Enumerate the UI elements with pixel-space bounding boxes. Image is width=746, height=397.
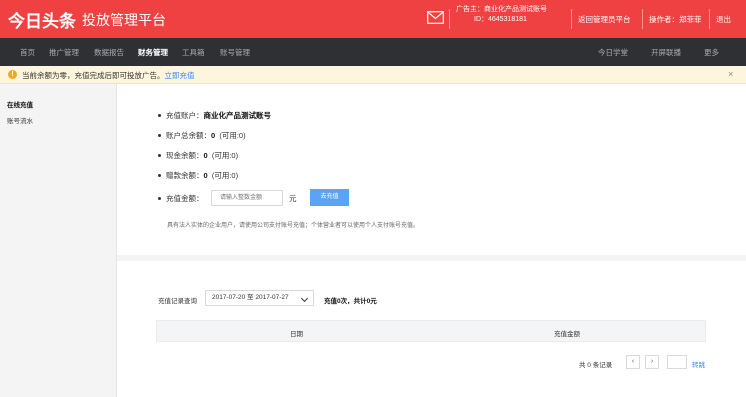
nav-splash[interactable]: 开屏联播 [651, 47, 681, 58]
date-range-picker[interactable]: 2017-07-20 至 2017-07-27 [205, 290, 314, 306]
nav-account[interactable]: 账号管理 [220, 47, 250, 58]
grant-balance-available: (可用:0) [211, 171, 239, 180]
recharge-now-link[interactable]: 立即充值 [165, 71, 195, 80]
prev-page-button[interactable]: ‹ [626, 355, 640, 369]
total-balance-row: 账户总余额：0 (可用:0) [158, 130, 246, 141]
close-icon[interactable]: × [728, 69, 733, 79]
section-divider [117, 255, 746, 261]
logo[interactable]: 今日头条 [8, 7, 76, 32]
bullet [158, 153, 161, 157]
sidebar-item-online-recharge[interactable]: 在线充值 [7, 99, 33, 109]
recharge-amount-input[interactable] [211, 190, 283, 206]
logout-link[interactable]: 退出 [716, 14, 731, 25]
recharge-account-label: 充值账户： [166, 111, 204, 120]
advertiser-id: ID：4645318181 [474, 16, 527, 23]
notice-text: 当前余额为零，充值完成后即可投放广告。立即充值 [22, 70, 195, 81]
recharge-account-value: 商业化产品测试账号 [203, 111, 272, 120]
column-header-date: 日期 [290, 331, 303, 338]
main-nav: 首页 推广管理 数据报告 财务管理 工具箱 账号管理 今日学堂 开屏联播 更多 [0, 38, 746, 66]
records-summary: 充值0次，共计0元 [324, 298, 377, 305]
bullet [158, 113, 161, 117]
nav-reports[interactable]: 数据报告 [94, 47, 124, 58]
divider [571, 9, 572, 29]
nav-promotion[interactable]: 推广管理 [49, 47, 79, 58]
sidebar-item-account-flow[interactable]: 账号流水 [7, 115, 33, 125]
nav-academy[interactable]: 今日学堂 [598, 47, 628, 58]
advertiser-name: 广告主：商业化产品测试账号 [456, 6, 547, 13]
nav-finance[interactable]: 财务管理 [138, 47, 168, 58]
info-icon: ! [8, 70, 17, 79]
advertiser-info: 广告主：商业化产品测试账号 ID：4645318181 [456, 5, 547, 25]
recharge-hint: 具有法人实体的企业用户，请使用公司支付账号充值；个体营业者可以使用个人支付账号充… [167, 223, 420, 229]
recharge-account-row: 充值账户：商业化产品测试账号 [158, 110, 271, 121]
bullet [158, 133, 161, 137]
chevron-down-icon [300, 294, 309, 303]
operator-name[interactable]: 操作者：郑菲菲 [649, 14, 702, 25]
amount-unit: 元 [289, 194, 297, 203]
date-range-value: 2017-07-20 至 2017-07-27 [212, 294, 289, 301]
divider [449, 9, 450, 29]
total-balance-value: 0 [211, 131, 216, 140]
notice-message: 当前余额为零，充值完成后即可投放广告。 [22, 71, 165, 80]
cash-balance-label: 现金余额： [166, 151, 204, 160]
nav-more[interactable]: 更多 [704, 47, 719, 58]
cash-balance-value: 0 [203, 151, 208, 160]
bullet [158, 196, 161, 200]
divider [709, 9, 710, 29]
total-balance-available: (可用:0) [219, 131, 246, 140]
sidebar: 在线充值 账号流水 [0, 84, 117, 397]
grant-balance-value: 0 [203, 171, 208, 180]
mail-icon[interactable] [427, 11, 444, 24]
next-page-button[interactable]: › [645, 355, 659, 369]
page-jump-input[interactable] [667, 355, 687, 369]
grant-balance-label: 赠款余额： [166, 171, 204, 180]
recharge-amount-label: 充值金额： [166, 194, 204, 203]
notice-bar: ! 当前余额为零，充值完成后即可投放广告。立即充值 × [0, 66, 746, 84]
nav-toolbox[interactable]: 工具箱 [182, 47, 205, 58]
total-balance-label: 账户总余额： [166, 131, 211, 140]
platform-title: 投放管理平台 [82, 12, 166, 28]
records-table-header: 日期 充值金额 [156, 320, 706, 342]
bullet [158, 173, 161, 177]
back-to-admin-link[interactable]: 返回管理员平台 [578, 14, 631, 25]
column-header-amount: 充值金额 [554, 331, 580, 338]
cash-balance-available: (可用:0) [211, 151, 239, 160]
nav-home[interactable]: 首页 [20, 47, 35, 58]
grant-balance-row: 赠款余额：0 (可用:0) [158, 170, 238, 181]
divider [642, 9, 643, 29]
cash-balance-row: 现金余额：0 (可用:0) [158, 150, 238, 161]
recharge-button[interactable]: 去充值 [310, 189, 349, 206]
pager-total: 共 0 条记录 [579, 362, 613, 369]
recharge-amount-row: 充值金额： [158, 193, 204, 204]
records-query-label: 充值记录查询 [158, 298, 197, 305]
page-jump-button[interactable]: 转跳 [692, 359, 705, 369]
top-header: 今日头条 投放管理平台 广告主：商业化产品测试账号 ID：4645318181 … [0, 0, 746, 38]
